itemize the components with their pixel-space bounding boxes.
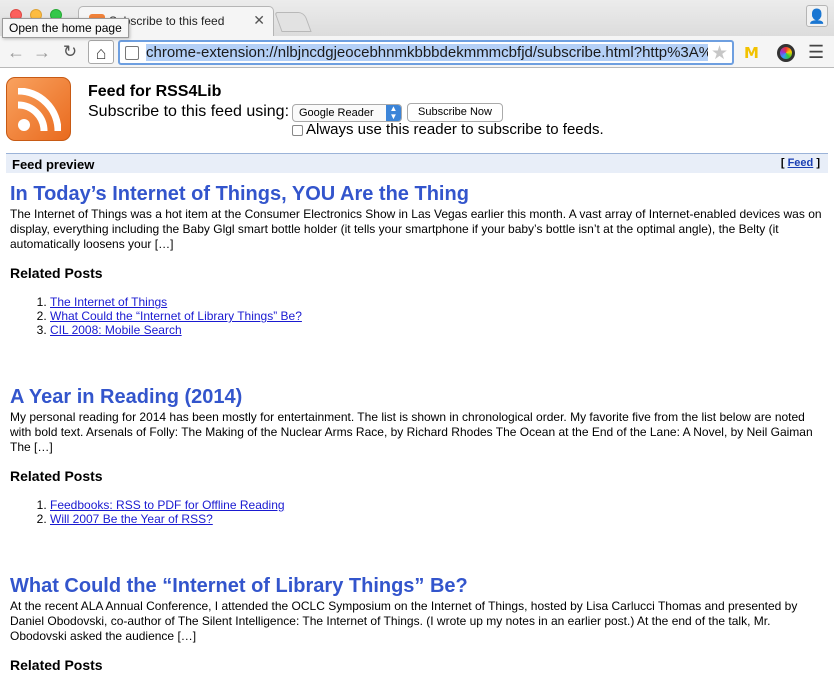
post-title-link[interactable]: A Year in Reading (2014) — [10, 385, 826, 409]
post-item: A Year in Reading (2014) My personal rea… — [10, 385, 826, 526]
address-bar[interactable]: chrome-extension://nlbjncdgjeocebhnmkbbb… — [118, 40, 734, 65]
post-excerpt: The Internet of Things was a hot item at… — [10, 207, 822, 251]
profile-icon[interactable]: 👤 — [806, 5, 828, 27]
select-arrows-icon: ▲ ▼ — [386, 105, 401, 121]
list-item: The Internet of Things — [50, 295, 826, 309]
related-post-link[interactable]: Feedbooks: RSS to PDF for Offline Readin… — [50, 498, 285, 512]
related-posts-list: The Internet of Things What Could the “I… — [50, 295, 826, 337]
new-tab-button[interactable] — [274, 12, 312, 32]
back-arrow-icon[interactable]: ← — [4, 40, 28, 64]
feed-link[interactable]: Feed — [788, 157, 814, 169]
related-posts-list: Feedbooks: RSS to PDF for Offline Readin… — [50, 498, 826, 526]
post-title-link[interactable]: In Today’s Internet of Things, YOU Are t… — [10, 182, 826, 206]
bracket-close: ] — [816, 157, 820, 169]
feed-title: Feed for RSS4Lib — [88, 83, 222, 100]
subscribe-now-button[interactable]: Subscribe Now — [407, 103, 503, 122]
feed-link-wrap: [ Feed ] — [781, 157, 820, 169]
feed-preview-bar: Feed preview [ Feed ] — [6, 153, 828, 173]
list-item: Will 2007 Be the Year of RSS? — [50, 512, 826, 526]
post-excerpt: My personal reading for 2014 has been mo… — [10, 410, 813, 454]
related-posts-heading: Related Posts — [10, 468, 103, 484]
rss-logo-icon — [6, 77, 71, 141]
post-item: What Could the “Internet of Library Thin… — [10, 574, 826, 673]
reader-select-value: Google Reader — [299, 107, 374, 119]
home-icon[interactable]: ⌂ — [88, 40, 114, 64]
related-posts-heading: Related Posts — [10, 657, 103, 673]
list-item: What Could the “Internet of Library Thin… — [50, 309, 826, 323]
related-post-link[interactable]: CIL 2008: Mobile Search — [50, 323, 182, 337]
related-posts-heading: Related Posts — [10, 265, 103, 281]
page-icon — [125, 46, 139, 60]
post-excerpt: At the recent ALA Annual Conference, I a… — [10, 599, 798, 643]
post-item: In Today’s Internet of Things, YOU Are t… — [10, 182, 826, 337]
reader-select[interactable]: Google Reader ▲ ▼ — [292, 104, 402, 122]
post-title-link[interactable]: What Could the “Internet of Library Thin… — [10, 574, 826, 598]
bookmark-star-icon[interactable]: ★ — [711, 42, 728, 65]
url-text[interactable]: chrome-extension://nlbjncdgjeocebhnmkbbb… — [146, 44, 708, 61]
always-use-row: Always use this reader to subscribe to f… — [292, 121, 604, 138]
reload-icon[interactable]: ↻ — [58, 40, 82, 64]
close-tab-icon[interactable]: ✕ — [253, 12, 265, 29]
home-tooltip: Open the home page — [2, 18, 129, 38]
related-post-link[interactable]: Will 2007 Be the Year of RSS? — [50, 512, 213, 526]
browser-toolbar: ← → ↻ ⌂ chrome-extension://nlbjncdgjeoce… — [0, 36, 834, 68]
list-item: CIL 2008: Mobile Search — [50, 323, 826, 337]
bracket-open: [ — [780, 157, 785, 169]
forward-arrow-icon[interactable]: → — [30, 40, 54, 64]
always-use-label: Always use this reader to subscribe to f… — [306, 121, 604, 138]
feed-preview-label: Feed preview — [12, 157, 95, 172]
michigan-extension-icon[interactable]: M — [744, 44, 759, 62]
always-use-checkbox[interactable] — [292, 124, 303, 136]
related-post-link[interactable]: The Internet of Things — [50, 295, 167, 309]
related-post-link[interactable]: What Could the “Internet of Library Thin… — [50, 309, 302, 323]
page-content: Feed for RSS4Lib Subscribe to this feed … — [0, 69, 834, 673]
subscribe-label: Subscribe to this feed using: — [88, 103, 290, 120]
list-item: Feedbooks: RSS to PDF for Offline Readin… — [50, 498, 826, 512]
menu-icon[interactable]: ☰ — [808, 42, 824, 63]
color-wheel-extension-icon[interactable] — [777, 44, 795, 62]
